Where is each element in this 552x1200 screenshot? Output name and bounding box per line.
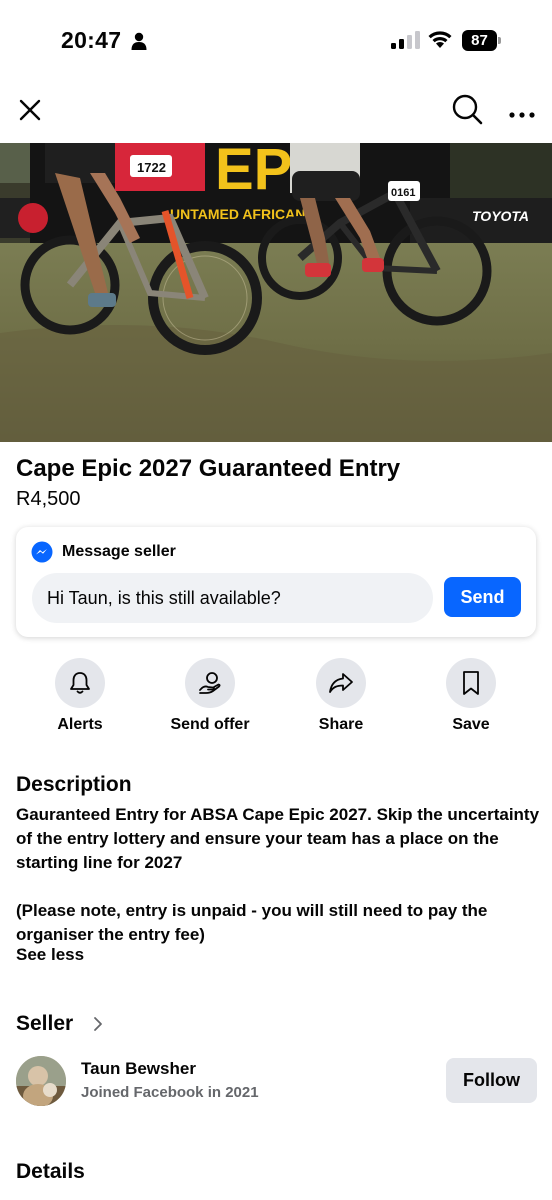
alerts-label: Alerts [57, 716, 103, 733]
description-paragraph-1: Gauranteed Entry for ABSA Cape Epic 2027… [16, 805, 540, 872]
alerts-button[interactable]: Alerts [20, 658, 140, 734]
top-nav [0, 88, 552, 132]
messenger-icon [31, 541, 53, 563]
send-offer-circle[interactable] [185, 658, 235, 708]
search-icon[interactable] [450, 92, 484, 126]
send-offer-button[interactable]: Send offer [150, 658, 270, 734]
cellular-signal-icon [391, 31, 420, 49]
share-circle[interactable] [316, 658, 366, 708]
description-heading: Description [16, 773, 132, 796]
save-label: Save [452, 716, 490, 733]
save-circle[interactable] [446, 658, 496, 708]
bib-left: 1722 [137, 160, 166, 175]
battery-level: 87 [462, 30, 497, 51]
listing-title: Cape Epic 2027 Guaranteed Entry [16, 455, 401, 482]
close-icon[interactable] [14, 94, 46, 126]
avatar-image [16, 1056, 66, 1106]
seller-joined: Joined Facebook in 2021 [81, 1084, 259, 1101]
seller-heading[interactable]: Seller [16, 1012, 73, 1036]
follow-button[interactable]: Follow [446, 1058, 537, 1103]
action-row: Alerts Send offer Share Save [0, 658, 552, 738]
sponsor-text: TOYOTA [472, 208, 529, 224]
details-heading: Details [16, 1160, 85, 1183]
person-icon [131, 32, 147, 50]
message-seller-card: Message seller Hi Taun, is this still av… [16, 527, 536, 637]
bib-right: 0161 [391, 187, 415, 199]
bell-icon [70, 672, 90, 694]
bookmark-icon [463, 671, 479, 695]
more-options-icon[interactable] [506, 94, 538, 126]
share-icon [329, 673, 353, 693]
battery-indicator: 87 [462, 30, 502, 51]
listing-photo[interactable]: EPIC UNTAMED AFRICAN TOYOTA 1722 0161 [0, 143, 552, 442]
description-paragraph-2: (Please note, entry is unpaid - you will… [16, 901, 488, 944]
send-button[interactable]: Send [444, 577, 521, 617]
share-label: Share [318, 716, 364, 733]
wifi-icon [428, 31, 452, 48]
description-body: Gauranteed Entry for ABSA Cape Epic 2027… [16, 803, 540, 947]
seller-name[interactable]: Taun Bewsher [81, 1059, 196, 1079]
status-time: 20:47 [61, 27, 122, 53]
status-bar: 20:47 87 [0, 0, 552, 80]
chevron-right-icon[interactable] [92, 1016, 104, 1032]
message-seller-title: Message seller [62, 543, 176, 560]
seller-avatar[interactable] [16, 1056, 66, 1106]
photo-illustration: EPIC UNTAMED AFRICAN TOYOTA 1722 0161 [0, 143, 552, 442]
battery-cap [498, 37, 501, 44]
see-less-link[interactable]: See less [16, 945, 84, 965]
alerts-circle[interactable] [55, 658, 105, 708]
listing-price: R4,500 [16, 488, 81, 510]
message-input[interactable]: Hi Taun, is this still available? [32, 573, 433, 623]
share-button[interactable]: Share [281, 658, 401, 734]
send-offer-label: Send offer [170, 716, 250, 733]
send-offer-icon [199, 672, 221, 694]
save-button[interactable]: Save [411, 658, 531, 734]
